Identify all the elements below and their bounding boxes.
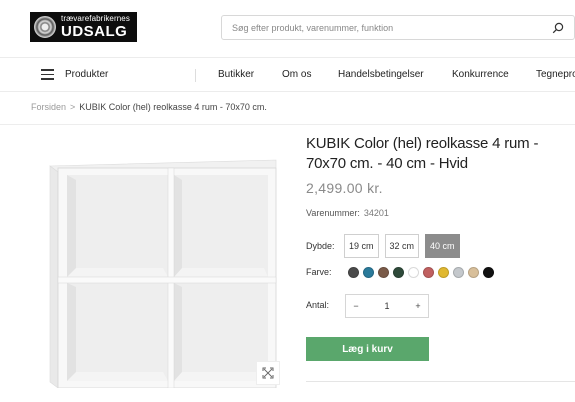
- quantity-label: Antal:: [306, 300, 330, 310]
- logo-text: trævarefabrikernes UDSALG: [61, 14, 130, 40]
- color-swatch[interactable]: [468, 267, 479, 278]
- nav-divider: [195, 69, 196, 82]
- search-icon[interactable]: [552, 22, 564, 34]
- nav-item-om-os[interactable]: Om os: [282, 69, 311, 80]
- nav-item-handelsbetingelser[interactable]: Handelsbetingelser: [338, 69, 424, 80]
- depth-selector: 19 cm 32 cm 40 cm: [344, 234, 460, 258]
- sku-label: Varenummer:: [306, 208, 360, 218]
- quantity-decrease-button[interactable]: −: [346, 301, 366, 311]
- logo[interactable]: trævarefabrikernes UDSALG: [30, 12, 137, 42]
- color-swatch[interactable]: [393, 267, 404, 278]
- color-swatch[interactable]: [408, 267, 419, 278]
- divider: [0, 124, 575, 125]
- quantity-stepper: − 1 +: [345, 294, 429, 318]
- logo-wordmark: UDSALG: [61, 23, 128, 40]
- breadcrumb-current: KUBIK Color (hel) reolkasse 4 rum - 70x7…: [79, 102, 267, 112]
- logo-tagline: trævarefabrikernes: [61, 14, 130, 23]
- breadcrumb-home[interactable]: Forsiden: [31, 102, 66, 112]
- color-swatch[interactable]: [363, 267, 374, 278]
- breadcrumb-separator: >: [70, 102, 76, 112]
- add-to-cart-button[interactable]: Læg i kurv: [306, 337, 429, 361]
- nav-item-butikker[interactable]: Butikker: [218, 69, 254, 80]
- nav-products[interactable]: Produkter: [65, 69, 108, 80]
- depth-label: Dybde:: [306, 241, 335, 251]
- sku-line: Varenummer: 34201: [306, 208, 389, 218]
- search-box: [221, 15, 575, 40]
- product-title: KUBIK Color (hel) reolkasse 4 rum - 70x7…: [306, 135, 539, 172]
- color-swatch[interactable]: [348, 267, 359, 278]
- color-swatch[interactable]: [423, 267, 434, 278]
- sku-value: 34201: [363, 208, 389, 218]
- zoom-button[interactable]: [256, 361, 280, 385]
- color-swatch[interactable]: [378, 267, 389, 278]
- nav-item-konkurrence[interactable]: Konkurrence: [452, 69, 509, 80]
- color-swatch[interactable]: [453, 267, 464, 278]
- depth-option-32[interactable]: 32 cm: [384, 234, 420, 258]
- search-input[interactable]: [222, 16, 542, 39]
- color-swatch[interactable]: [483, 267, 494, 278]
- depth-option-40[interactable]: 40 cm: [425, 234, 460, 258]
- color-swatch[interactable]: [438, 267, 449, 278]
- nav-item-tegneprogram[interactable]: Tegnepro: [536, 69, 575, 80]
- product-image[interactable]: [46, 156, 280, 388]
- color-swatches: [348, 267, 494, 278]
- depth-option-19[interactable]: 19 cm: [344, 234, 379, 258]
- quantity-increase-button[interactable]: +: [408, 301, 428, 311]
- quantity-value[interactable]: 1: [384, 301, 389, 311]
- breadcrumb: Forsiden > KUBIK Color (hel) reolkasse 4 r…: [31, 102, 267, 112]
- hamburger-menu-icon[interactable]: [41, 69, 54, 81]
- logo-seal-icon: [34, 16, 56, 38]
- expand-icon: [262, 367, 274, 379]
- color-label: Farve:: [306, 267, 332, 277]
- product-price: 2,499.00 kr.: [306, 180, 383, 196]
- divider: [306, 381, 575, 382]
- main-nav: Produkter Butikker Om os Handelsbetingel…: [0, 57, 575, 92]
